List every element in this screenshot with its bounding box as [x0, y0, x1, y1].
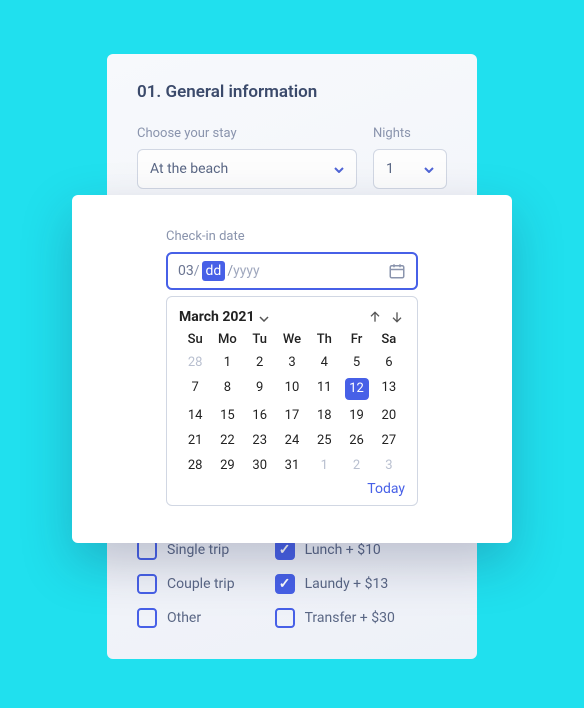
nights-select[interactable]: 1 [373, 149, 447, 189]
calendar-day[interactable]: 29 [211, 456, 243, 475]
calendar-day[interactable]: 27 [373, 431, 405, 450]
calendar-dow: Mo [211, 332, 243, 347]
calendar-day[interactable]: 14 [179, 406, 211, 425]
checkmark-icon: ✓ [279, 542, 291, 558]
calendar-dow: Tu [244, 332, 276, 347]
calendar-day[interactable]: 31 [276, 456, 308, 475]
stay-value: At the beach [150, 161, 228, 177]
checkin-label: Check-in date [166, 229, 418, 244]
calendar-dow: Sa [373, 332, 405, 347]
checkbox-label: Laundy + $13 [305, 576, 389, 592]
caret-down-icon[interactable] [259, 307, 269, 326]
calendar-day[interactable]: 18 [308, 406, 340, 425]
checkin-input[interactable]: 03 / dd / yyyy [166, 252, 418, 290]
checkbox-item[interactable]: Couple trip [137, 574, 235, 594]
arrow-down-icon[interactable] [389, 309, 405, 325]
stay-group: Choose your stay At the beach [137, 126, 357, 189]
calendar-panel: March 2021 SuMoTuWeThFrSa281234567891011… [166, 296, 418, 506]
calendar-day[interactable]: 12 [345, 378, 369, 400]
checkbox-label: Couple trip [167, 576, 235, 592]
checkbox-label: Single trip [167, 542, 229, 558]
checkbox-item[interactable]: ✓ Laundy + $13 [275, 574, 395, 594]
checkbox[interactable] [137, 574, 157, 594]
section-title: 01. General information [137, 82, 447, 102]
options-col-left: Single trip Couple trip Other [137, 540, 235, 628]
calendar-day[interactable]: 15 [211, 406, 243, 425]
calendar-day[interactable]: 11 [308, 378, 340, 400]
calendar-day[interactable]: 8 [211, 378, 243, 400]
checkbox-item[interactable]: Transfer + $30 [275, 608, 395, 628]
calendar-day[interactable]: 1 [211, 353, 243, 372]
date-month: 03 [178, 263, 194, 279]
stay-label: Choose your stay [137, 126, 357, 141]
caret-down-icon [424, 161, 434, 177]
nights-group: Nights 1 [373, 126, 447, 189]
calendar-day[interactable]: 10 [276, 378, 308, 400]
checkbox-label: Lunch + $10 [305, 542, 381, 558]
calendar-icon[interactable] [388, 262, 406, 280]
calendar-day[interactable]: 3 [373, 456, 405, 475]
calendar-day[interactable]: 6 [373, 353, 405, 372]
arrow-up-icon[interactable] [367, 309, 383, 325]
calendar-day[interactable]: 13 [373, 378, 405, 400]
checkbox[interactable] [137, 540, 157, 560]
calendar-day[interactable]: 19 [340, 406, 372, 425]
calendar-month-label[interactable]: March 2021 [179, 309, 255, 325]
checkbox-label: Other [167, 610, 201, 626]
date-day: dd [202, 261, 226, 281]
calendar-day[interactable]: 3 [276, 353, 308, 372]
calendar-day[interactable]: 2 [244, 353, 276, 372]
calendar-day[interactable]: 5 [340, 353, 372, 372]
calendar-dow: We [276, 332, 308, 347]
today-button[interactable]: Today [179, 481, 405, 497]
calendar-dow: Fr [340, 332, 372, 347]
calendar-nav [367, 309, 405, 325]
calendar-day[interactable]: 9 [244, 378, 276, 400]
options-col-right: ✓ Lunch + $10 ✓ Laundy + $13 Transfer + $30 [275, 540, 395, 628]
nights-value: 1 [386, 161, 394, 177]
calendar-day[interactable]: 30 [244, 456, 276, 475]
checkbox[interactable]: ✓ [275, 574, 295, 594]
calendar-day[interactable]: 23 [244, 431, 276, 450]
checkbox[interactable] [137, 608, 157, 628]
calendar-day[interactable]: 24 [276, 431, 308, 450]
calendar-day[interactable]: 16 [244, 406, 276, 425]
date-popover: Check-in date 03 / dd / yyyy March 2021 [72, 195, 512, 543]
calendar-day[interactable]: 4 [308, 353, 340, 372]
checkbox-item[interactable]: Other [137, 608, 235, 628]
calendar-day[interactable]: 22 [211, 431, 243, 450]
calendar-dow: Th [308, 332, 340, 347]
calendar-dow: Su [179, 332, 211, 347]
date-sep: / [194, 263, 200, 279]
checkbox-item[interactable]: Single trip [137, 540, 235, 560]
checkbox-item[interactable]: ✓ Lunch + $10 [275, 540, 395, 560]
calendar-day[interactable]: 28 [179, 456, 211, 475]
calendar-day[interactable]: 2 [340, 456, 372, 475]
calendar-header: March 2021 [179, 307, 405, 326]
calendar-day[interactable]: 26 [340, 431, 372, 450]
nights-label: Nights [373, 126, 447, 141]
options-section: Single trip Couple trip Other ✓ Lunch + $10… [137, 540, 395, 628]
calendar-day[interactable]: 17 [276, 406, 308, 425]
calendar-day[interactable]: 1 [308, 456, 340, 475]
checkbox[interactable] [275, 608, 295, 628]
checkbox[interactable]: ✓ [275, 540, 295, 560]
date-year: yyyy [233, 263, 260, 279]
calendar-day[interactable]: 21 [179, 431, 211, 450]
calendar-day[interactable]: 7 [179, 378, 211, 400]
calendar-day[interactable]: 20 [373, 406, 405, 425]
caret-down-icon [334, 161, 344, 177]
checkmark-icon: ✓ [279, 576, 291, 592]
calendar-day[interactable]: 28 [179, 353, 211, 372]
checkbox-label: Transfer + $30 [305, 610, 395, 626]
calendar-day[interactable]: 25 [308, 431, 340, 450]
form-row: Choose your stay At the beach Nights 1 [137, 126, 447, 189]
calendar-grid: SuMoTuWeThFrSa28123456789101112131415161… [179, 332, 405, 475]
stay-select[interactable]: At the beach [137, 149, 357, 189]
